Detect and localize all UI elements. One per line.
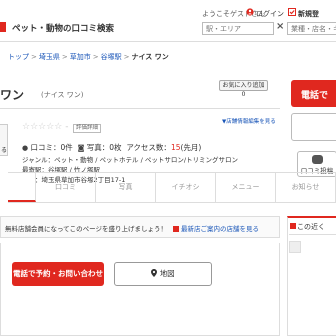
tab-top[interactable] <box>8 173 36 202</box>
rating-detail-button[interactable]: 評価詳細 <box>73 124 101 133</box>
header-divider <box>0 41 336 42</box>
membership-notice: 無料店舗会員になってこのページを盛り上げましょう！ 最新店ご案内の店舗を見る <box>0 216 280 238</box>
station-search-input[interactable] <box>202 22 274 35</box>
review-bubble-icon: ● <box>22 144 29 152</box>
shop-name: ワン <box>0 88 25 102</box>
map-label: 地図 <box>159 269 175 278</box>
access-count-label: アクセス数： <box>126 143 171 152</box>
breadcrumb-separator: > <box>123 53 130 61</box>
tab-menu[interactable]: メニュー <box>216 173 276 202</box>
favorite-count: 0 <box>241 91 246 98</box>
tab-reviews[interactable]: 口コミ <box>36 173 96 202</box>
map-button[interactable]: 地図 <box>114 262 212 286</box>
register-icon[interactable] <box>288 8 296 16</box>
shop-tabs: 口コミ 写真 イチオシ メニュー お知らせ <box>8 172 336 203</box>
tab-recommend[interactable]: イチオシ <box>156 173 216 202</box>
breadcrumb-item-station[interactable]: 谷塚駅 <box>101 53 122 61</box>
edit-shop-info-label: 店舗情報編集を見る <box>226 119 276 125</box>
login-link[interactable]: ログイン <box>256 9 284 19</box>
nearby-divider <box>289 234 336 235</box>
title-divider <box>0 108 280 109</box>
login-icon[interactable] <box>246 8 254 16</box>
breadcrumb-current: ナイス ワン <box>131 53 169 61</box>
favorite-label: お気に入り追加 <box>222 82 265 89</box>
tab-photos[interactable]: 写真 <box>96 173 156 202</box>
breadcrumb-separator: > <box>31 53 37 61</box>
warning-icon <box>173 226 180 232</box>
tab-news[interactable]: お知らせ <box>276 173 336 202</box>
notice-text: 無料店舗会員になってこのページを盛り上げましょう！ <box>5 225 168 233</box>
breadcrumb-separator: > <box>61 53 68 61</box>
access-period: (先月) <box>180 143 202 152</box>
clear-icon[interactable]: × <box>276 21 284 32</box>
side-action-box[interactable] <box>291 113 336 141</box>
nearby-icon <box>290 223 296 229</box>
review-count-label: 口コミ： <box>30 143 61 152</box>
review-count: 0件 <box>60 143 73 152</box>
nearby-thumbnail[interactable] <box>289 241 301 253</box>
star-icons: ☆☆☆☆☆ <box>22 122 63 132</box>
shop-stats: ● 口コミ：0件 ◙ 写真：0枚 アクセス数：15(先月) <box>22 142 201 153</box>
camera-icon: ◙ <box>77 144 85 152</box>
breadcrumb-separator: > <box>92 53 99 61</box>
shop-kana: (ナイス ワン) <box>41 91 84 99</box>
thumbnail-label: る <box>1 147 8 154</box>
nearby-title: この近く <box>297 223 325 231</box>
breadcrumb-item-prefecture[interactable]: 埼玉県 <box>39 53 60 61</box>
phone-button[interactable]: 電話で <box>291 80 336 107</box>
breadcrumb: トップ > 埼玉県 > 草加市 > 谷塚駅 > ナイス ワン <box>8 52 169 62</box>
register-link[interactable]: 新規登 <box>298 9 319 19</box>
notice-link[interactable]: 最新店ご案内の店舗を見る <box>181 225 259 233</box>
action-panel <box>0 243 280 336</box>
rating-stars: ☆☆☆☆☆ - <box>22 122 68 132</box>
shop-thumbnail[interactable]: る <box>0 124 8 156</box>
add-favorite-button[interactable]: お気に入り追加 0 <box>219 80 268 98</box>
photo-count: 0枚 <box>109 143 122 152</box>
breadcrumb-item-city[interactable]: 草加市 <box>70 53 91 61</box>
rating-value: - <box>65 122 69 132</box>
reserve-contact-button[interactable]: 電話で予約・お問い合わせ <box>12 262 104 286</box>
site-title[interactable]: ペット・動物の口コミ検索 <box>12 22 114 34</box>
photo-count-label: 写真： <box>86 143 110 152</box>
shop-genre: ジャンル：ペット・動物 / ペットホテル / ペットサロン/トリミングサロン <box>22 156 239 164</box>
map-pin-icon <box>151 269 158 277</box>
logo-mark <box>0 22 6 32</box>
edit-shop-info-link[interactable]: ▼店舗情報編集を見る <box>222 117 276 125</box>
speech-bubble-icon <box>311 155 323 164</box>
keyword-search-input[interactable] <box>287 22 336 35</box>
breadcrumb-item-top[interactable]: トップ <box>8 53 29 61</box>
